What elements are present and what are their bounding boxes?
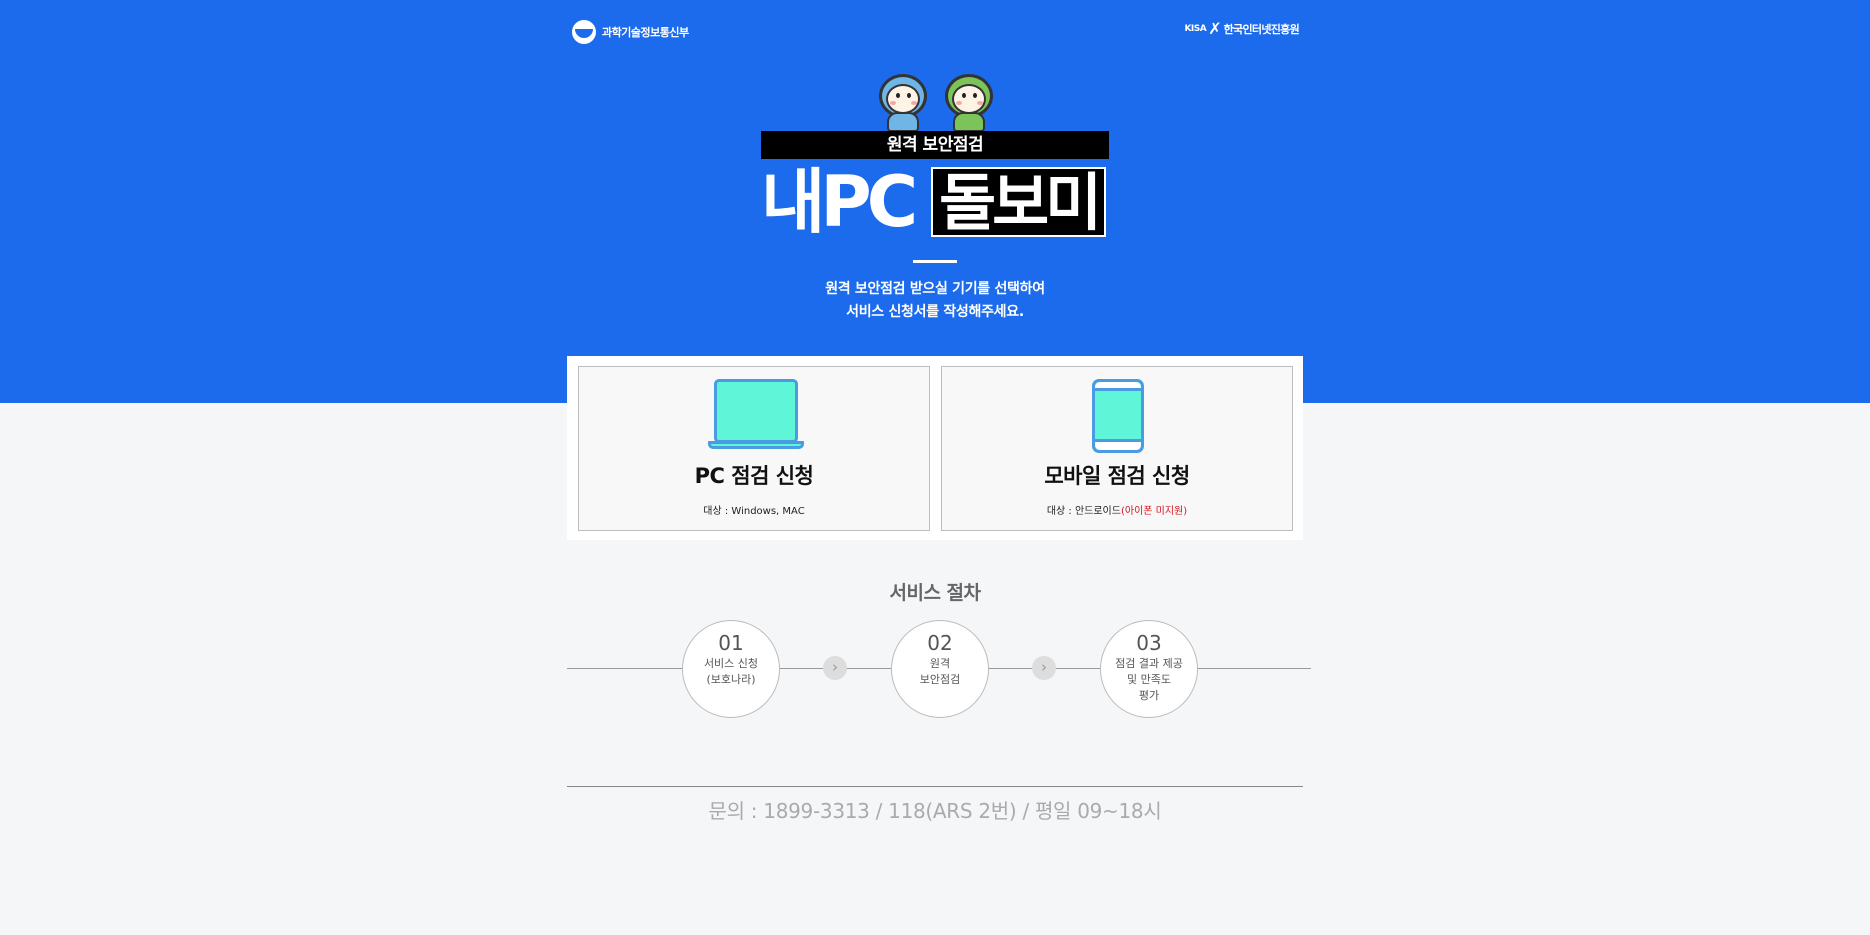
process-step-1: 01 서비스 신청 (보호나라)	[682, 620, 780, 718]
service-card-panel: PC 점검 신청 대상 : Windows, MAC 모바일 점검 신청 대상 …	[567, 356, 1303, 540]
contact-info: 문의 : 1899-3313 / 118(ARS 2번) / 평일 09~18시	[708, 799, 1162, 823]
step-label-line2: 보안점검	[919, 673, 961, 686]
step-label-line2: 및 만족도	[1127, 673, 1171, 686]
ministry-logo[interactable]: 과학기술정보통신부	[572, 20, 689, 44]
chevron-right-icon: ›	[823, 656, 847, 680]
page-title-part2: 돌보미	[931, 167, 1107, 237]
process-title: 서비스 절차	[889, 582, 981, 604]
step-number: 03	[1136, 631, 1162, 655]
mobile-target-text: 대상 : 안드로이드	[1046, 506, 1121, 517]
ministry-logo-text: 과학기술정보통신부	[602, 26, 689, 39]
hero-subtitle: 원격 보안점검	[761, 131, 1109, 159]
mobile-card-title: 모바일 점검 신청	[1044, 464, 1190, 488]
kisa-logo-text: 한국인터넷진흥원	[1223, 23, 1300, 36]
kisa-logo[interactable]: KISA ✗ 한국인터넷진흥원	[1184, 21, 1299, 37]
chevron-right-icon: ›	[1032, 656, 1056, 680]
kisa-x-icon: ✗	[1208, 19, 1222, 38]
step-label-line1: 서비스 신청	[703, 657, 759, 670]
page-title: 내PC 돌보미	[761, 161, 1107, 243]
pc-card-title: PC 점검 신청	[694, 464, 814, 488]
page-title-part1: 내PC	[761, 161, 918, 243]
mascot-blue-icon	[876, 74, 930, 132]
iphone-unsupported-note: (아이폰 미지원)	[1120, 506, 1188, 517]
title-divider	[913, 260, 957, 263]
step-label-line1: 원격	[929, 657, 951, 670]
step-number: 02	[927, 631, 953, 655]
kisa-abbr: KISA	[1184, 24, 1207, 34]
step-label-line3: 평가	[1138, 689, 1160, 702]
step-number: 01	[718, 631, 744, 655]
mobile-card-target: 대상 : 안드로이드(아이폰 미지원)	[942, 502, 1292, 517]
pc-card-target: 대상 : Windows, MAC	[703, 506, 805, 517]
ministry-emblem-icon	[572, 20, 596, 44]
laptop-icon	[708, 379, 804, 451]
step-label-line1: 점검 결과 제공	[1115, 657, 1183, 670]
footer-divider	[567, 786, 1303, 787]
hero-description-line1: 원격 보안점검 받으실 기기를 선택하여	[825, 281, 1045, 297]
smartphone-icon	[1092, 379, 1144, 453]
hero-description-line2: 서비스 신청서를 작성해주세요.	[846, 304, 1024, 320]
mascot-illustration	[876, 74, 1000, 134]
mobile-check-request-button[interactable]: 모바일 점검 신청 대상 : 안드로이드(아이폰 미지원)	[941, 366, 1293, 531]
process-step-2: 02 원격 보안점검	[891, 620, 989, 718]
step-label-line2: (보호나라)	[706, 673, 756, 686]
pc-check-request-button[interactable]: PC 점검 신청 대상 : Windows, MAC	[578, 366, 930, 531]
process-step-3: 03 점검 결과 제공 및 만족도 평가	[1100, 620, 1198, 718]
mascot-green-icon	[942, 74, 996, 132]
